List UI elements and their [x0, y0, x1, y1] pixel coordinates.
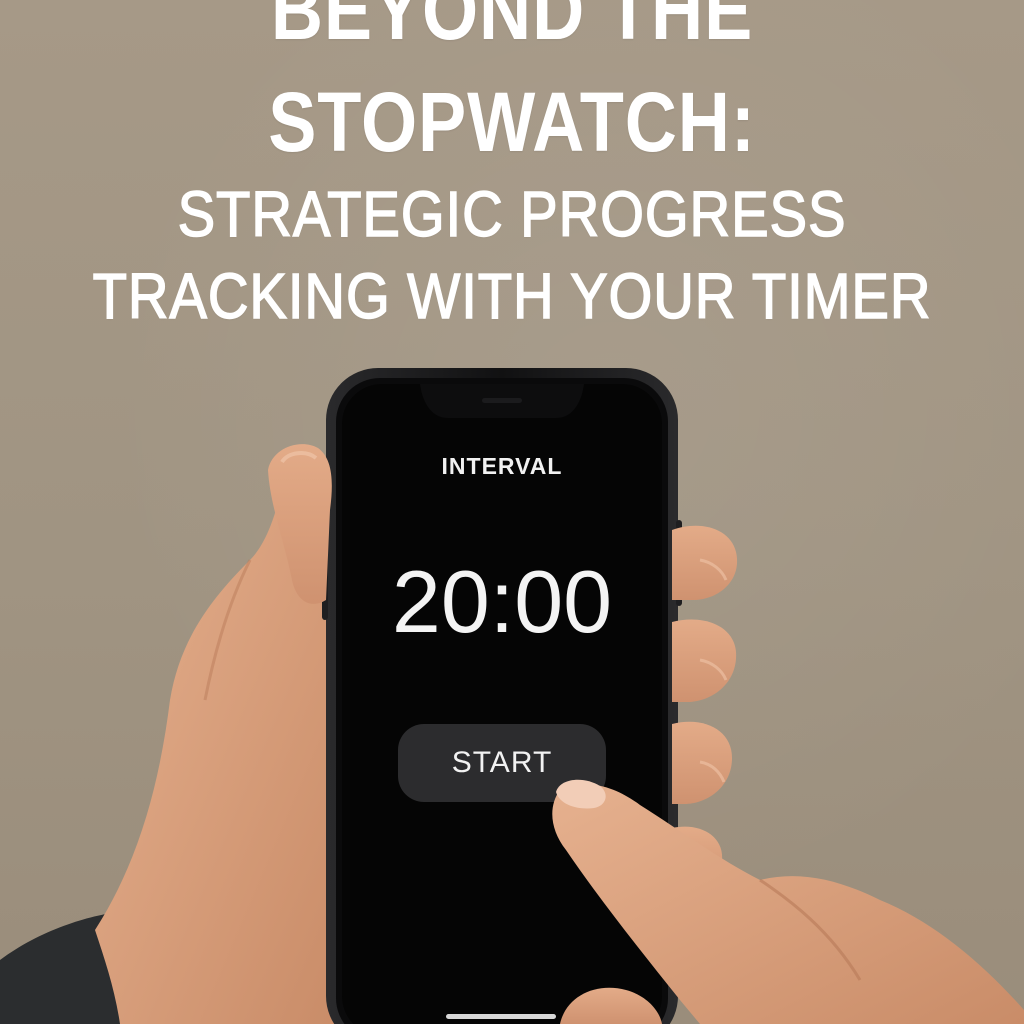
timer-display: 20:00 [391, 552, 613, 651]
start-button[interactable]: START [398, 724, 606, 802]
speaker-grille [482, 398, 522, 403]
left-hand-palm [95, 448, 340, 1024]
phone-screen [342, 384, 662, 1024]
timer-mode-label: INTERVAL [441, 453, 563, 479]
home-indicator [446, 1014, 556, 1019]
power-button [676, 520, 682, 606]
volume-button [322, 540, 328, 620]
hand-holding-phone-illustration [0, 368, 682, 1024]
photo-scene: BEYOND THE STOPWATCH: STRATEGIC PROGRESS… [0, 0, 1024, 1024]
